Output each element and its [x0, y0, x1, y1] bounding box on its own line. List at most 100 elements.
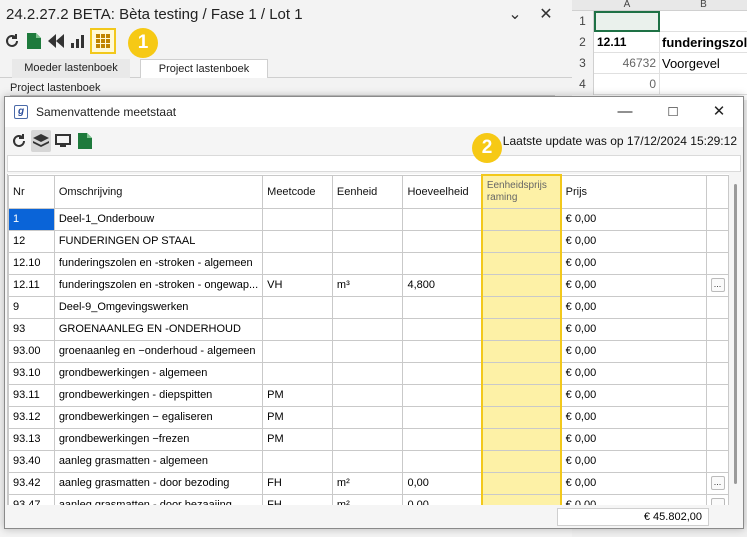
cell-hoeveelheid[interactable]: [402, 229, 483, 253]
cell-eenheidsprijs[interactable]: [480, 339, 562, 363]
cell-prijs[interactable]: € 0,00: [560, 273, 708, 297]
bar-chart-icon[interactable]: [68, 30, 88, 52]
cell-omschrijving[interactable]: aanleg grasmatten - algemeen: [53, 449, 264, 473]
minimize-icon[interactable]: —: [611, 101, 639, 123]
column-header-nr[interactable]: Nr: [8, 174, 55, 209]
cell-prijs[interactable]: € 0,00: [560, 251, 708, 275]
cell-nr[interactable]: 93: [8, 317, 55, 341]
cell-eenheid[interactable]: [331, 383, 404, 407]
cell-hoeveelheid[interactable]: [402, 405, 483, 429]
cell-omschrijving[interactable]: aanleg grasmatten - door bezoding: [53, 471, 264, 495]
cell-eenheidsprijs[interactable]: [480, 493, 562, 505]
table-row[interactable]: 93.10 grondbewerkingen - algemeen € 0,00: [8, 361, 729, 385]
cell-eenheidsprijs[interactable]: [480, 317, 562, 341]
cell-eenheid[interactable]: [331, 229, 404, 253]
cell-b2[interactable]: funderingszol: [660, 32, 747, 53]
row-detail-button[interactable]: ...: [710, 498, 725, 505]
cell-eenheid[interactable]: m²: [331, 493, 404, 505]
cell-eenheid[interactable]: [331, 317, 404, 341]
cell-meetcode[interactable]: [262, 295, 333, 319]
cell-nr[interactable]: 12.11: [8, 273, 55, 297]
cell-meetcode[interactable]: PM: [262, 383, 333, 407]
close-icon[interactable]: ✕: [534, 4, 558, 26]
cell-hoeveelheid[interactable]: [402, 361, 483, 385]
table-row[interactable]: 93.42 aanleg grasmatten - door bezoding FH…: [8, 471, 729, 495]
cell-a1[interactable]: [594, 11, 660, 32]
cell-hoeveelheid[interactable]: 0,00: [402, 493, 483, 505]
cell-eenheidsprijs[interactable]: [480, 229, 562, 253]
cell-prijs[interactable]: € 0,00: [560, 361, 708, 385]
cell-eenheidsprijs[interactable]: [480, 207, 562, 231]
cell-nr[interactable]: 93.42: [8, 471, 55, 495]
cell-prijs[interactable]: € 0,00: [560, 449, 708, 473]
cell-omschrijving[interactable]: grondbewerkingen −frezen: [53, 427, 264, 451]
scrollbar-thumb[interactable]: [734, 184, 737, 484]
cell-meetcode[interactable]: [262, 251, 333, 275]
cell-eenheid[interactable]: m³: [331, 273, 404, 297]
cell-nr[interactable]: 93.10: [8, 361, 55, 385]
row-number[interactable]: 4: [572, 74, 594, 95]
column-header-a[interactable]: A: [594, 0, 660, 11]
document-icon[interactable]: [75, 130, 95, 152]
tab-moeder-lastenboek[interactable]: Moeder lastenboek: [12, 59, 130, 78]
table-row[interactable]: 93.12 grondbewerkingen − egaliseren PM € 0,…: [8, 405, 729, 429]
cell-meetcode[interactable]: FH: [262, 493, 333, 505]
cell-prijs[interactable]: € 0,00: [560, 405, 708, 429]
table-row[interactable]: 93 GROENAANLEG EN -ONDERHOUD € 0,00: [8, 317, 729, 341]
cell-hoeveelheid[interactable]: [402, 383, 483, 407]
cell-hoeveelheid[interactable]: 0,00: [402, 471, 483, 495]
row-detail-button[interactable]: ...: [710, 278, 725, 292]
cell-hoeveelheid[interactable]: [402, 427, 483, 451]
chevron-down-icon[interactable]: ⌄: [503, 4, 527, 26]
cell-meetcode[interactable]: PM: [262, 405, 333, 429]
cell-nr[interactable]: 9: [8, 295, 55, 319]
table-row[interactable]: 12 FUNDERINGEN OP STAAL € 0,00: [8, 229, 729, 253]
vertical-scrollbar[interactable]: [731, 174, 741, 505]
cell-nr[interactable]: 93.40: [8, 449, 55, 473]
cell-prijs[interactable]: € 0,00: [560, 339, 708, 363]
cell-eenheid[interactable]: [331, 251, 404, 275]
cell-eenheidsprijs[interactable]: [480, 273, 562, 297]
tab-project-lastenboek[interactable]: Project lastenboek: [140, 59, 268, 78]
cell-omschrijving[interactable]: FUNDERINGEN OP STAAL: [53, 229, 264, 253]
table-row[interactable]: 93.00 groenaanleg en −onderhoud - algemee…: [8, 339, 729, 363]
cell-nr[interactable]: 1: [8, 207, 55, 231]
cell-omschrijving[interactable]: grondbewerkingen − egaliseren: [53, 405, 264, 429]
cell-eenheidsprijs[interactable]: [480, 427, 562, 451]
cell-hoeveelheid[interactable]: 4,800: [402, 273, 483, 297]
cell-meetcode[interactable]: [262, 339, 333, 363]
monitor-icon[interactable]: [53, 130, 73, 152]
cell-meetcode[interactable]: PM: [262, 427, 333, 451]
close-icon[interactable]: ✕: [705, 101, 733, 123]
cell-eenheid[interactable]: [331, 427, 404, 451]
table-row[interactable]: 93.40 aanleg grasmatten - algemeen € 0,00: [8, 449, 729, 473]
refresh-icon[interactable]: [9, 130, 29, 152]
table-row[interactable]: 9 Deel-9_Omgevingswerken € 0,00: [8, 295, 729, 319]
cell-omschrijving[interactable]: funderingszolen en -stroken - algemeen: [53, 251, 264, 275]
cell-meetcode[interactable]: [262, 317, 333, 341]
cell-eenheidsprijs[interactable]: [480, 251, 562, 275]
column-header-eenheidsprijs[interactable]: Eenheidsprijs raming: [480, 174, 562, 209]
table-row[interactable]: 12.10 funderingszolen en -stroken - algem…: [8, 251, 729, 275]
cell-hoeveelheid[interactable]: [402, 251, 483, 275]
table-row[interactable]: 93.47 aanleg grasmatten - door bezaaiing F…: [8, 493, 729, 505]
table-row[interactable]: 12.11 funderingszolen en -stroken - ongew…: [8, 273, 729, 297]
column-header-prijs[interactable]: Prijs: [560, 174, 708, 209]
cell-b4[interactable]: [660, 74, 747, 95]
cell-eenheid[interactable]: [331, 361, 404, 385]
cell-eenheid[interactable]: [331, 207, 404, 231]
cell-meetcode[interactable]: [262, 449, 333, 473]
cell-prijs[interactable]: € 0,00: [560, 471, 708, 495]
cell-nr[interactable]: 93.11: [8, 383, 55, 407]
cell-nr[interactable]: 12: [8, 229, 55, 253]
cell-eenheid[interactable]: m²: [331, 471, 404, 495]
cell-omschrijving[interactable]: Deel-9_Omgevingswerken: [53, 295, 264, 319]
cell-nr[interactable]: 93.47: [8, 493, 55, 505]
cell-prijs[interactable]: € 0,00: [560, 229, 708, 253]
cell-nr[interactable]: 93.00: [8, 339, 55, 363]
cell-omschrijving[interactable]: funderingszolen en -stroken - ongewap...: [53, 273, 264, 297]
cell-meetcode[interactable]: [262, 361, 333, 385]
cell-omschrijving[interactable]: Deel-1_Onderbouw: [53, 207, 264, 231]
cell-eenheid[interactable]: [331, 405, 404, 429]
cell-b1[interactable]: [660, 11, 747, 32]
